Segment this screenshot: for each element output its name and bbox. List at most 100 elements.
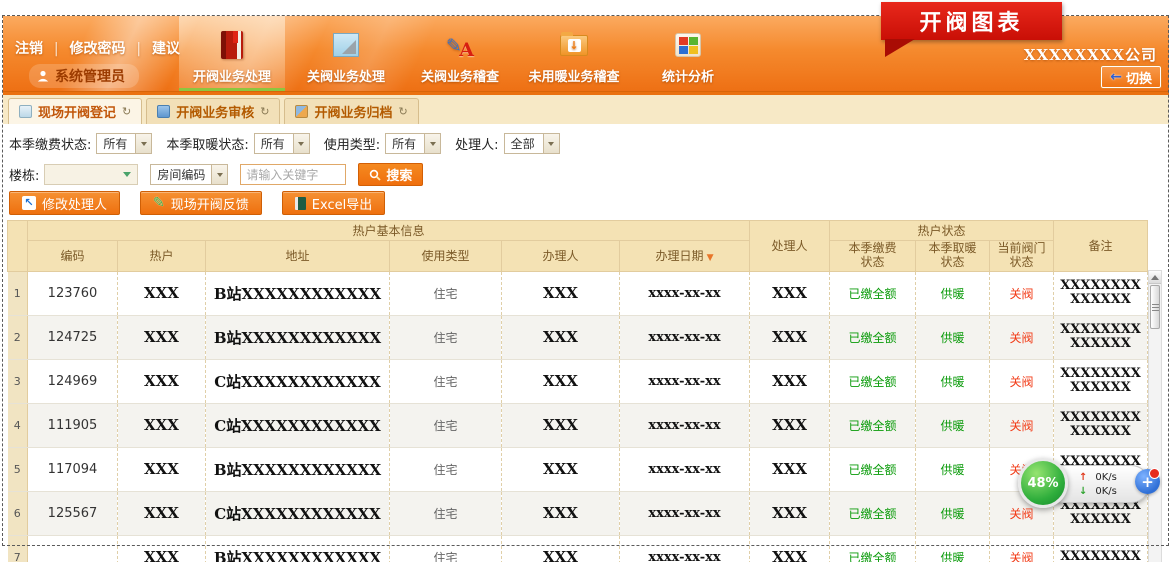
cell-household: XXX bbox=[118, 447, 206, 491]
memory-percent-ball[interactable]: 48% bbox=[1018, 458, 1068, 508]
scrollbar-up-arrow[interactable] bbox=[1149, 271, 1161, 284]
logout-link[interactable]: 注销 bbox=[15, 41, 43, 57]
keyword-input[interactable] bbox=[240, 164, 346, 185]
dropdown-trigger-icon[interactable] bbox=[211, 165, 227, 184]
cell-pay-status: 已缴全额 bbox=[830, 359, 916, 403]
tab-onsite-open-valve-register[interactable]: 现场开阀登记 ↻ bbox=[8, 98, 142, 124]
table-row[interactable]: 5117094XXXB站XXXXXXXXXXXX住宅XXXxxxx-xx-xxX… bbox=[8, 447, 1148, 491]
stats-blocks-icon bbox=[675, 29, 701, 61]
processor-select[interactable]: 全部 bbox=[504, 133, 560, 154]
dropdown-trigger-icon[interactable] bbox=[135, 134, 151, 153]
group-header-basic-info: 热户基本信息 bbox=[28, 221, 750, 241]
main-navigation: 开阀业务处理 关阀业务处理 ✎A 关阀业务稽查 ↓ 未用暖业务稽查 bbox=[179, 16, 741, 92]
nav-close-valve-processing[interactable]: 关阀业务处理 bbox=[293, 16, 399, 92]
nav-label: 开阀业务处理 bbox=[193, 66, 271, 85]
col-header-remark: 备注 bbox=[1054, 221, 1148, 272]
building-select[interactable] bbox=[44, 164, 138, 185]
table-row[interactable]: 4111905XXXC站XXXXXXXXXXXX住宅XXXxxxx-xx-xxX… bbox=[8, 403, 1148, 447]
company-name: XXXXXXXX公司 bbox=[1024, 44, 1157, 65]
cell-household: XXX bbox=[118, 271, 206, 315]
search-button[interactable]: 搜索 bbox=[358, 163, 423, 186]
cell-household: XXX bbox=[118, 491, 206, 535]
cell-num: 7 bbox=[8, 535, 28, 562]
refresh-icon[interactable]: ↻ bbox=[122, 105, 131, 118]
cell-handler: XXX bbox=[502, 535, 620, 562]
sub-tab-bar: 现场开阀登记 ↻ 开阀业务审核 ↻ 开阀业务归档 ↻ bbox=[3, 92, 1169, 124]
excel-export-button[interactable]: Excel导出 bbox=[282, 191, 385, 215]
cell-handler: XXX bbox=[502, 403, 620, 447]
cell-use-type: 住宅 bbox=[390, 315, 502, 359]
cell-pay-status: 已缴全额 bbox=[830, 491, 916, 535]
cell-address: B站XXXXXXXXXXXX bbox=[206, 447, 390, 491]
change-password-link[interactable]: 修改密码 bbox=[69, 41, 125, 57]
nav-no-heating-audit[interactable]: ↓ 未用暖业务稽查 bbox=[521, 16, 627, 92]
heat-status-label: 本季取暖状态: bbox=[166, 134, 248, 153]
use-type-select[interactable]: 所有 bbox=[385, 133, 441, 154]
modify-processor-button[interactable]: ↖ 修改处理人 bbox=[9, 191, 120, 215]
refresh-icon[interactable]: ↻ bbox=[260, 105, 269, 118]
records-table: 热户基本信息 处理人 热户状态 备注 编码 热户 地址 使用类型 办理人 办理日… bbox=[7, 220, 1148, 562]
scrollbar-thumb[interactable] bbox=[1150, 285, 1160, 329]
cell-heat-status: 供暖 bbox=[916, 271, 990, 315]
nav-statistics-analysis[interactable]: 统计分析 bbox=[635, 16, 741, 92]
switch-button[interactable]: ← 切换 bbox=[1101, 66, 1161, 88]
cell-use-type: 住宅 bbox=[390, 491, 502, 535]
cell-handler: XXX bbox=[502, 491, 620, 535]
cell-pay-status: 已缴全额 bbox=[830, 535, 916, 562]
red-book-icon bbox=[221, 29, 243, 61]
onsite-feedback-button[interactable]: ✎ 现场开阀反馈 bbox=[140, 191, 262, 215]
vertical-scrollbar[interactable] bbox=[1148, 270, 1162, 562]
table-row[interactable]: 3124969XXXC站XXXXXXXXXXXX住宅XXXxxxx-xx-xxX… bbox=[8, 359, 1148, 403]
dropdown-trigger-icon[interactable] bbox=[543, 134, 559, 153]
ruler-board-icon bbox=[333, 29, 359, 61]
col-header-pay-status: 本季缴费 状态 bbox=[830, 241, 916, 272]
cell-code: 111905 bbox=[28, 403, 118, 447]
cell-remark: XXXXXXXX XXXXXX bbox=[1054, 403, 1148, 447]
cell-use-type: 住宅 bbox=[390, 359, 502, 403]
button-label: 修改处理人 bbox=[42, 194, 107, 213]
cell-processor: XXX bbox=[750, 447, 830, 491]
cell-date: xxxx-xx-xx bbox=[620, 491, 750, 535]
col-header-address: 地址 bbox=[206, 241, 390, 272]
table-row[interactable]: 6125567XXXC站XXXXXXXXXXXX住宅XXXxxxx-xx-xxX… bbox=[8, 491, 1148, 535]
col-header-date[interactable]: 办理日期▼ bbox=[620, 241, 750, 272]
select-value: 所有 bbox=[97, 134, 135, 153]
cell-date: xxxx-xx-xx bbox=[620, 535, 750, 562]
cell-date: xxxx-xx-xx bbox=[620, 271, 750, 315]
dropdown-trigger-icon[interactable] bbox=[293, 134, 309, 153]
nav-close-valve-audit[interactable]: ✎A 关阀业务稽查 bbox=[407, 16, 513, 92]
filter-row-1: 本季缴费状态: 所有 本季取暖状态: 所有 使用类型: 所有 bbox=[9, 133, 560, 154]
cell-processor: XXX bbox=[750, 359, 830, 403]
cell-valve-status: 关阀 bbox=[990, 403, 1054, 447]
cell-valve-status: 关阀 bbox=[990, 315, 1054, 359]
row-number-gutter-header bbox=[8, 221, 28, 272]
cell-household: XXX bbox=[118, 359, 206, 403]
search-label: 搜索 bbox=[386, 165, 412, 184]
cell-handler: XXX bbox=[502, 447, 620, 491]
dropdown-trigger-icon[interactable] bbox=[424, 134, 440, 153]
cell-address: B站XXXXXXXXXXXX bbox=[206, 535, 390, 562]
nav-open-valve-processing[interactable]: 开阀业务处理 bbox=[179, 16, 285, 92]
tab-label: 开阀业务归档 bbox=[314, 102, 392, 121]
cell-code: 124969 bbox=[28, 359, 118, 403]
table-row[interactable]: 1123760XXXB站XXXXXXXXXXXX住宅XXXxxxx-xx-xxX… bbox=[8, 271, 1148, 315]
cell-household: XXX bbox=[118, 315, 206, 359]
nav-label: 关阀业务处理 bbox=[307, 66, 385, 85]
tab-label: 现场开阀登记 bbox=[38, 102, 116, 121]
cell-handler: XXX bbox=[502, 359, 620, 403]
tab-open-valve-review[interactable]: 开阀业务审核 ↻ bbox=[146, 98, 280, 124]
tab-open-valve-archive[interactable]: 开阀业务归档 ↻ bbox=[284, 98, 418, 124]
refresh-icon[interactable]: ↻ bbox=[398, 105, 407, 118]
table-row[interactable]: 2124725XXXB站XXXXXXXXXXXX住宅XXXxxxx-xx-xxX… bbox=[8, 315, 1148, 359]
cell-num: 2 bbox=[8, 315, 28, 359]
heat-status-select[interactable]: 所有 bbox=[254, 133, 310, 154]
cell-heat-status: 供暖 bbox=[916, 447, 990, 491]
upload-arrow-icon: ↑ bbox=[1079, 472, 1087, 483]
suggestion-link[interactable]: 建议 bbox=[152, 41, 180, 57]
download-arrow-icon: ↓ bbox=[1079, 486, 1087, 497]
search-field-select[interactable]: 房间编码 bbox=[150, 164, 228, 185]
table-row[interactable]: 7XXXB站XXXXXXXXXXXX住宅XXXxxxx-xx-xxXXX已缴全额… bbox=[8, 535, 1148, 562]
cell-pay-status: 已缴全额 bbox=[830, 403, 916, 447]
pay-status-select[interactable]: 所有 bbox=[96, 133, 152, 154]
notification-badge-icon[interactable]: + bbox=[1135, 469, 1160, 494]
